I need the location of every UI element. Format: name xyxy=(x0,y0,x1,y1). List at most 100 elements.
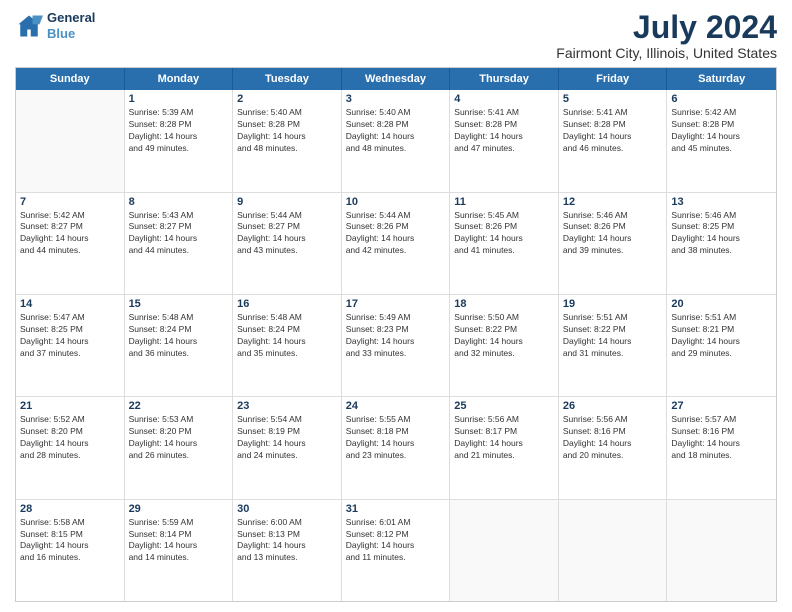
day-number: 30 xyxy=(237,503,337,515)
day-info: Sunrise: 5:42 AMSunset: 8:27 PMDaylight:… xyxy=(20,210,120,258)
day-info: Sunrise: 5:44 AMSunset: 8:26 PMDaylight:… xyxy=(346,210,446,258)
day-info: Sunrise: 5:57 AMSunset: 8:16 PMDaylight:… xyxy=(671,414,772,462)
day-number: 24 xyxy=(346,400,446,412)
day-cell-2: 2 Sunrise: 5:40 AMSunset: 8:28 PMDaylight… xyxy=(233,90,342,191)
day-info: Sunrise: 5:48 AMSunset: 8:24 PMDaylight:… xyxy=(237,312,337,360)
day-info: Sunrise: 5:47 AMSunset: 8:25 PMDaylight:… xyxy=(20,312,120,360)
day-cell-27: 27 Sunrise: 5:57 AMSunset: 8:16 PMDayligh… xyxy=(667,397,776,498)
subtitle: Fairmont City, Illinois, United States xyxy=(556,45,777,61)
day-info: Sunrise: 5:44 AMSunset: 8:27 PMDaylight:… xyxy=(237,210,337,258)
day-info: Sunrise: 5:54 AMSunset: 8:19 PMDaylight:… xyxy=(237,414,337,462)
day-number: 10 xyxy=(346,196,446,208)
day-cell-21: 21 Sunrise: 5:52 AMSunset: 8:20 PMDayligh… xyxy=(16,397,125,498)
day-number: 21 xyxy=(20,400,120,412)
day-info: Sunrise: 5:56 AMSunset: 8:17 PMDaylight:… xyxy=(454,414,554,462)
header-day-friday: Friday xyxy=(559,68,668,90)
calendar: SundayMondayTuesdayWednesdayThursdayFrid… xyxy=(15,67,777,602)
day-number: 3 xyxy=(346,93,446,105)
day-number: 29 xyxy=(129,503,229,515)
day-number: 11 xyxy=(454,196,554,208)
logo-line2: Blue xyxy=(47,26,95,42)
day-number: 14 xyxy=(20,298,120,310)
day-number: 25 xyxy=(454,400,554,412)
day-number: 2 xyxy=(237,93,337,105)
day-info: Sunrise: 5:41 AMSunset: 8:28 PMDaylight:… xyxy=(563,107,663,155)
day-number: 28 xyxy=(20,503,120,515)
page: General Blue July 2024 Fairmont City, Il… xyxy=(0,0,792,612)
day-cell-10: 10 Sunrise: 5:44 AMSunset: 8:26 PMDayligh… xyxy=(342,193,451,294)
day-info: Sunrise: 5:53 AMSunset: 8:20 PMDaylight:… xyxy=(129,414,229,462)
header-day-thursday: Thursday xyxy=(450,68,559,90)
day-number: 31 xyxy=(346,503,446,515)
day-cell-1: 1 Sunrise: 5:39 AMSunset: 8:28 PMDaylight… xyxy=(125,90,234,191)
day-cell-19: 19 Sunrise: 5:51 AMSunset: 8:22 PMDayligh… xyxy=(559,295,668,396)
day-cell-30: 30 Sunrise: 6:00 AMSunset: 8:13 PMDayligh… xyxy=(233,500,342,601)
header-day-wednesday: Wednesday xyxy=(342,68,451,90)
day-info: Sunrise: 5:55 AMSunset: 8:18 PMDaylight:… xyxy=(346,414,446,462)
day-number: 9 xyxy=(237,196,337,208)
day-info: Sunrise: 5:45 AMSunset: 8:26 PMDaylight:… xyxy=(454,210,554,258)
day-number: 26 xyxy=(563,400,663,412)
empty-cell xyxy=(667,500,776,601)
day-number: 19 xyxy=(563,298,663,310)
day-cell-7: 7 Sunrise: 5:42 AMSunset: 8:27 PMDaylight… xyxy=(16,193,125,294)
day-info: Sunrise: 5:40 AMSunset: 8:28 PMDaylight:… xyxy=(237,107,337,155)
logo-icon xyxy=(15,12,43,40)
day-number: 1 xyxy=(129,93,229,105)
day-info: Sunrise: 5:39 AMSunset: 8:28 PMDaylight:… xyxy=(129,107,229,155)
day-info: Sunrise: 5:51 AMSunset: 8:22 PMDaylight:… xyxy=(563,312,663,360)
day-cell-26: 26Sunrise: 5:56 AMSunset: 8:16 PMDayligh… xyxy=(559,397,668,498)
day-cell-28: 28 Sunrise: 5:58 AMSunset: 8:15 PMDayligh… xyxy=(16,500,125,601)
logo: General Blue xyxy=(15,10,95,41)
header-day-saturday: Saturday xyxy=(667,68,776,90)
day-cell-5: 5 Sunrise: 5:41 AMSunset: 8:28 PMDaylight… xyxy=(559,90,668,191)
day-cell-12: 12 Sunrise: 5:46 AMSunset: 8:26 PMDayligh… xyxy=(559,193,668,294)
day-cell-13: 13Sunrise: 5:46 AMSunset: 8:25 PMDayligh… xyxy=(667,193,776,294)
day-number: 8 xyxy=(129,196,229,208)
day-cell-31: 31 Sunrise: 6:01 AMSunset: 8:12 PMDayligh… xyxy=(342,500,451,601)
day-number: 15 xyxy=(129,298,229,310)
day-cell-20: 20Sunrise: 5:51 AMSunset: 8:21 PMDayligh… xyxy=(667,295,776,396)
week-row-4: 28 Sunrise: 5:58 AMSunset: 8:15 PMDayligh… xyxy=(16,500,776,601)
day-number: 4 xyxy=(454,93,554,105)
day-number: 17 xyxy=(346,298,446,310)
day-number: 13 xyxy=(671,196,772,208)
day-info: Sunrise: 5:42 AMSunset: 8:28 PMDaylight:… xyxy=(671,107,772,155)
day-info: Sunrise: 5:51 AMSunset: 8:21 PMDaylight:… xyxy=(671,312,772,360)
day-cell-6: 6Sunrise: 5:42 AMSunset: 8:28 PMDaylight… xyxy=(667,90,776,191)
day-cell-18: 18Sunrise: 5:50 AMSunset: 8:22 PMDayligh… xyxy=(450,295,559,396)
calendar-body: 1 Sunrise: 5:39 AMSunset: 8:28 PMDaylight… xyxy=(16,90,776,601)
day-cell-24: 24 Sunrise: 5:55 AMSunset: 8:18 PMDayligh… xyxy=(342,397,451,498)
header-day-tuesday: Tuesday xyxy=(233,68,342,90)
day-info: Sunrise: 5:52 AMSunset: 8:20 PMDaylight:… xyxy=(20,414,120,462)
day-cell-23: 23Sunrise: 5:54 AMSunset: 8:19 PMDayligh… xyxy=(233,397,342,498)
day-number: 7 xyxy=(20,196,120,208)
title-area: July 2024 Fairmont City, Illinois, Unite… xyxy=(556,10,777,61)
logo-text: General Blue xyxy=(47,10,95,41)
logo-line1: General xyxy=(47,10,95,26)
day-cell-16: 16 Sunrise: 5:48 AMSunset: 8:24 PMDayligh… xyxy=(233,295,342,396)
day-info: Sunrise: 5:48 AMSunset: 8:24 PMDaylight:… xyxy=(129,312,229,360)
day-cell-17: 17 Sunrise: 5:49 AMSunset: 8:23 PMDayligh… xyxy=(342,295,451,396)
empty-cell xyxy=(450,500,559,601)
day-info: Sunrise: 5:49 AMSunset: 8:23 PMDaylight:… xyxy=(346,312,446,360)
day-info: Sunrise: 5:58 AMSunset: 8:15 PMDaylight:… xyxy=(20,517,120,565)
day-number: 22 xyxy=(129,400,229,412)
header: General Blue July 2024 Fairmont City, Il… xyxy=(15,10,777,61)
day-info: Sunrise: 6:01 AMSunset: 8:12 PMDaylight:… xyxy=(346,517,446,565)
day-number: 5 xyxy=(563,93,663,105)
day-info: Sunrise: 5:43 AMSunset: 8:27 PMDaylight:… xyxy=(129,210,229,258)
day-info: Sunrise: 6:00 AMSunset: 8:13 PMDaylight:… xyxy=(237,517,337,565)
day-cell-15: 15 Sunrise: 5:48 AMSunset: 8:24 PMDayligh… xyxy=(125,295,234,396)
day-info: Sunrise: 5:46 AMSunset: 8:26 PMDaylight:… xyxy=(563,210,663,258)
week-row-1: 7 Sunrise: 5:42 AMSunset: 8:27 PMDaylight… xyxy=(16,193,776,295)
day-number: 16 xyxy=(237,298,337,310)
header-day-monday: Monday xyxy=(125,68,234,90)
day-number: 27 xyxy=(671,400,772,412)
day-cell-22: 22 Sunrise: 5:53 AMSunset: 8:20 PMDayligh… xyxy=(125,397,234,498)
day-number: 12 xyxy=(563,196,663,208)
day-cell-11: 11 Sunrise: 5:45 AMSunset: 8:26 PMDayligh… xyxy=(450,193,559,294)
week-row-0: 1 Sunrise: 5:39 AMSunset: 8:28 PMDaylight… xyxy=(16,90,776,192)
empty-cell xyxy=(559,500,668,601)
day-number: 18 xyxy=(454,298,554,310)
